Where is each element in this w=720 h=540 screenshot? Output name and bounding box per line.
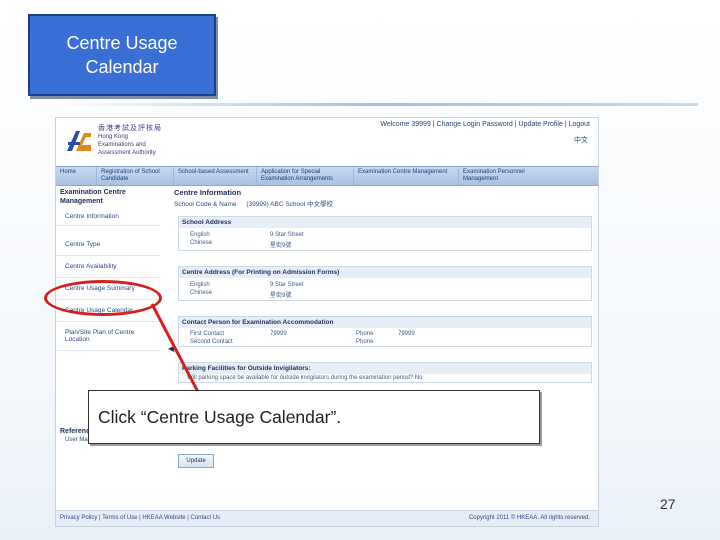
row-value: 9 Star Street: [270, 232, 304, 238]
row-value: 79999: [398, 331, 415, 337]
row-label: Chinese: [190, 240, 213, 246]
school-code-label: School Code & Name: [174, 201, 237, 208]
footer-links[interactable]: Privacy Policy | Terms of Use | HKEAA We…: [60, 515, 220, 521]
row-label: Phone: [356, 331, 374, 337]
portal-header: 香港考試及評核局 Hong Kong Examinations and Asse…: [56, 118, 598, 164]
sidebar-item-centre-type[interactable]: Centre Type: [56, 234, 160, 256]
row-label: Phone: [356, 339, 374, 345]
centre-address-panel: Centre Address (For Printing on Admissio…: [178, 266, 592, 301]
centre-address-chinese: Chinese 星街9號: [179, 289, 591, 300]
page-number: 27: [660, 496, 676, 512]
contact-row-second: Second Contact Phone: [179, 338, 591, 346]
row-value: 79999: [270, 331, 287, 337]
update-button[interactable]: Update: [178, 454, 214, 468]
nav-home[interactable]: Home: [56, 167, 97, 185]
welcome-links[interactable]: Welcome 39999 | Change Login Password | …: [380, 121, 590, 128]
nav-registration[interactable]: Registration of School Candidate: [97, 167, 174, 185]
row-value: 星街9號: [270, 243, 292, 249]
slide-title-line1: Centre Usage: [66, 33, 178, 53]
embedded-screenshot: 香港考試及評核局 Hong Kong Examinations and Asse…: [55, 117, 599, 527]
nav-special-arrangements[interactable]: Application for Special Examination Arra…: [257, 167, 354, 185]
main-heading: Centre Information: [174, 188, 242, 197]
centre-address-heading: Centre Address (For Printing on Admissio…: [179, 267, 591, 278]
language-link[interactable]: 中文: [574, 135, 588, 145]
parking-heading: Parking Facilities for Outside Invigilat…: [179, 363, 591, 374]
school-code-value: (39999) ABC School 中文學校: [246, 201, 334, 208]
school-address-english: English 9 Star Street: [179, 231, 591, 239]
hkeaa-logo-icon: [65, 127, 93, 153]
callout-text: Click “Centre Usage Calendar”.: [98, 406, 342, 427]
contact-heading: Contact Person for Examination Accommoda…: [179, 317, 591, 328]
row-value: [398, 339, 488, 345]
sidebar-item-centre-information[interactable]: Centre Information: [56, 208, 160, 226]
school-address-panel: School Address English 9 Star Street Chi…: [178, 216, 592, 251]
centre-address-english: English 9 Star Street: [179, 281, 591, 289]
contact-row-first: First Contact 79999 Phone 79999: [179, 330, 591, 338]
contact-panel: Contact Person for Examination Accommoda…: [178, 316, 592, 347]
row-label: Second Contact: [190, 339, 233, 345]
copyright-text: Copyright 2011 © HKEAA. All rights reser…: [468, 515, 590, 521]
row-label: English: [190, 232, 210, 238]
row-value: 9 Star Street: [270, 282, 304, 288]
school-address-heading: School Address: [179, 217, 591, 228]
row-label: First Contact: [190, 331, 225, 337]
sidebar-heading: Examination Centre Management: [60, 189, 126, 205]
sidebar-item-site-plan[interactable]: Plan/Site Plan of Centre Location: [56, 322, 160, 351]
parking-text: Will parking space be available for outs…: [187, 375, 423, 381]
slide-title-box: Centre Usage Calendar: [28, 14, 216, 96]
hkeaa-logo-text: 香港考試及評核局 Hong Kong Examinations and Asse…: [98, 125, 178, 157]
logo-chinese: 香港考試及評核局: [98, 125, 162, 132]
row-value: [270, 339, 356, 345]
logo-english-3: Assessment Authority: [98, 150, 156, 156]
highlight-ellipse: [44, 280, 162, 316]
school-address-chinese: Chinese 星街9號: [179, 239, 591, 250]
sidebar-item-centre-availability[interactable]: Centre Availability: [56, 256, 160, 278]
row-label: English: [190, 282, 210, 288]
logo-english-1: Hong Kong: [98, 134, 129, 140]
school-code-row: School Code & Name (39999) ABC School 中文…: [172, 197, 592, 212]
nav-sba[interactable]: School-based Assessment: [174, 167, 257, 185]
row-value: 星街9號: [270, 293, 292, 299]
title-divider: [56, 103, 698, 106]
portal-footer: Privacy Policy | Terms of Use | HKEAA We…: [56, 510, 598, 526]
parking-panel: Parking Facilities for Outside Invigilat…: [178, 362, 592, 383]
top-nav: Home Registration of School Candidate Sc…: [56, 166, 598, 186]
row-label: Chinese: [190, 290, 213, 296]
logo-english-2: Examinations and: [98, 142, 146, 148]
nav-centre-management[interactable]: Examination Centre Management: [354, 167, 459, 185]
nav-personnel-management[interactable]: Examination Personnel Management: [459, 167, 549, 185]
instruction-callout: Click “Centre Usage Calendar”.: [88, 390, 540, 444]
slide-title-line2: Calendar: [85, 57, 159, 77]
